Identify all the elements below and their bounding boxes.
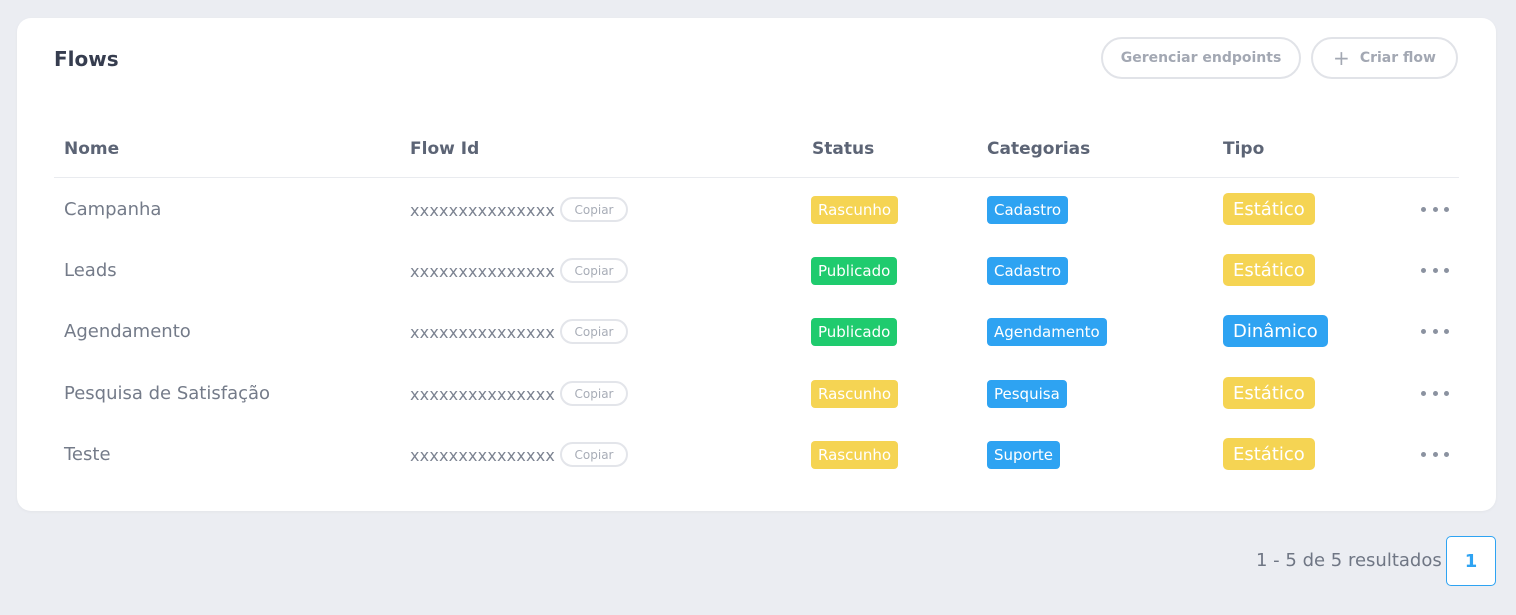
table-row: Leads xxxxxxxxxxxxxxx Copiar Publicado C…: [17, 251, 1496, 291]
more-horizontal-icon[interactable]: [1421, 441, 1449, 467]
table-row: Campanha xxxxxxxxxxxxxxx Copiar Rascunho…: [17, 190, 1496, 230]
flow-id: xxxxxxxxxxxxxxx: [410, 385, 556, 404]
copy-button[interactable]: Copiar: [560, 197, 628, 222]
flow-name: Teste: [64, 444, 111, 465]
table-row: Pesquisa de Satisfação xxxxxxxxxxxxxxx C…: [17, 374, 1496, 414]
type-badge: Dinâmico: [1223, 315, 1328, 347]
flows-card: Flows Gerenciar endpoints + Criar flow N…: [17, 18, 1496, 511]
column-header-type: Tipo: [1223, 139, 1265, 159]
more-horizontal-icon[interactable]: [1421, 196, 1449, 222]
flow-name: Leads: [64, 260, 117, 281]
create-flow-button[interactable]: + Criar flow: [1311, 37, 1458, 79]
copy-button[interactable]: Copiar: [560, 442, 628, 467]
flow-name: Agendamento: [64, 321, 191, 342]
table-row: Teste xxxxxxxxxxxxxxx Copiar Rascunho Su…: [17, 435, 1496, 475]
copy-button[interactable]: Copiar: [560, 319, 628, 344]
flow-id: xxxxxxxxxxxxxxx: [410, 446, 556, 465]
status-badge: Rascunho: [811, 196, 899, 224]
manage-endpoints-button[interactable]: Gerenciar endpoints: [1101, 37, 1301, 79]
flow-id: xxxxxxxxxxxxxxx: [410, 201, 556, 220]
column-header-categories: Categorias: [987, 139, 1091, 159]
type-badge: Estático: [1223, 438, 1315, 470]
flow-name: Campanha: [64, 199, 162, 220]
category-badge: Cadastro: [987, 196, 1069, 224]
results-count: 1 - 5 de 5 resultados: [1256, 550, 1442, 571]
more-horizontal-icon[interactable]: [1421, 380, 1449, 406]
status-badge: Rascunho: [811, 441, 899, 469]
category-badge: Agendamento: [987, 318, 1107, 346]
category-badge: Suporte: [987, 441, 1061, 469]
type-badge: Estático: [1223, 377, 1315, 409]
plus-icon: +: [1333, 46, 1350, 70]
create-flow-label: Criar flow: [1359, 50, 1436, 66]
manage-endpoints-label: Gerenciar endpoints: [1120, 50, 1282, 66]
page-title: Flows: [54, 47, 119, 71]
copy-button[interactable]: Copiar: [560, 258, 628, 283]
status-badge: Publicado: [811, 257, 898, 285]
flow-name: Pesquisa de Satisfação: [64, 383, 271, 404]
copy-button[interactable]: Copiar: [560, 381, 628, 406]
header-divider: [54, 177, 1459, 178]
status-badge: Rascunho: [811, 380, 899, 408]
flow-id: xxxxxxxxxxxxxxx: [410, 323, 556, 342]
column-header-status: Status: [812, 139, 875, 159]
type-badge: Estático: [1223, 254, 1315, 286]
column-header-name: Nome: [64, 139, 120, 159]
type-badge: Estático: [1223, 193, 1315, 225]
category-badge: Pesquisa: [987, 380, 1067, 408]
status-badge: Publicado: [811, 318, 898, 346]
category-badge: Cadastro: [987, 257, 1069, 285]
page-button-1[interactable]: 1: [1446, 536, 1496, 586]
more-horizontal-icon[interactable]: [1421, 257, 1449, 283]
table-row: Agendamento xxxxxxxxxxxxxxx Copiar Publi…: [17, 312, 1496, 352]
column-header-flow-id: Flow Id: [410, 139, 480, 159]
flow-id: xxxxxxxxxxxxxxx: [410, 262, 556, 281]
more-horizontal-icon[interactable]: [1421, 318, 1449, 344]
